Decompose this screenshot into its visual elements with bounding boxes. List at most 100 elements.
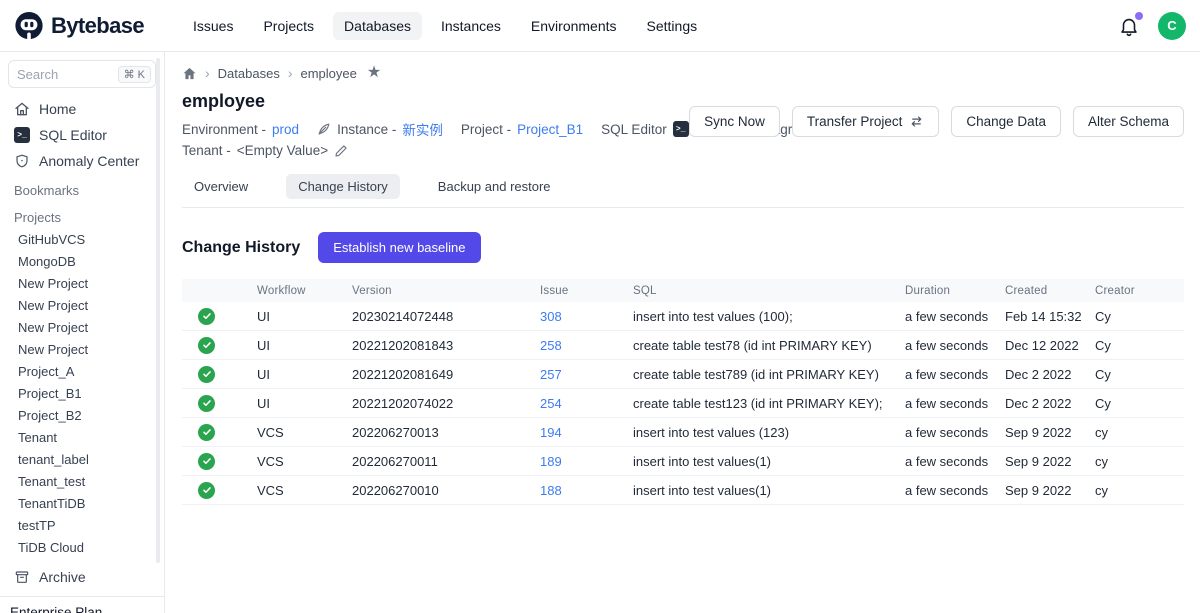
sidebar-item-sql-editor[interactable]: >_ SQL Editor xyxy=(0,122,164,148)
sidebar-item-label: Home xyxy=(39,101,76,117)
sidebar-item-home[interactable]: Home xyxy=(0,96,164,122)
sidebar-project-item[interactable]: Project_B2 xyxy=(0,404,164,426)
status-cell xyxy=(182,424,257,441)
table-row[interactable]: VCS 202206270011 189 insert into test va… xyxy=(182,447,1184,476)
sync-now-button[interactable]: Sync Now xyxy=(689,106,780,137)
sidebar-project-item[interactable]: New Project xyxy=(0,294,164,316)
success-status-icon xyxy=(198,337,215,354)
sidebar-project-item[interactable]: tenant_label xyxy=(0,448,164,470)
environment-link[interactable]: prod xyxy=(272,122,299,137)
creator-cell: Cy xyxy=(1095,309,1184,324)
project-link[interactable]: Project_B1 xyxy=(517,122,583,137)
table-row[interactable]: UI 20221202081649 257 create table test7… xyxy=(182,360,1184,389)
sidebar-section-bookmarks: Bookmarks xyxy=(0,174,164,201)
table-column-header: SQL xyxy=(633,285,905,297)
sidebar-scrollbar[interactable] xyxy=(156,58,160,563)
sql-cell: insert into test values (123) xyxy=(633,425,905,440)
table-header-row: Workflow Version Issue SQL Duration Crea… xyxy=(182,279,1184,302)
status-cell xyxy=(182,482,257,499)
status-cell xyxy=(182,337,257,354)
sidebar-project-item[interactable]: MongoDB xyxy=(0,250,164,272)
sidebar-project-item[interactable]: New Project xyxy=(0,316,164,338)
tab[interactable]: Backup and restore xyxy=(426,174,563,199)
sidebar-project-item[interactable]: GitHubVCS xyxy=(0,228,164,250)
sidebar-item-anomaly-center[interactable]: Anomaly Center xyxy=(0,148,164,174)
sql-cell: create table test78 (id int PRIMARY KEY) xyxy=(633,338,905,353)
bookmark-star-icon[interactable]: ★ xyxy=(367,65,381,81)
plan-label: Enterprise Plan xyxy=(0,597,164,613)
workflow-cell: UI xyxy=(257,396,352,411)
search-shortcut-badge: ⌘ K xyxy=(118,66,151,83)
nav-link[interactable]: Instances xyxy=(430,12,512,40)
transfer-project-button[interactable]: Transfer Project xyxy=(792,106,940,137)
nav-link[interactable]: Settings xyxy=(636,12,709,40)
change-history-table: Workflow Version Issue SQL Duration Crea… xyxy=(182,279,1184,505)
duration-cell: a few seconds xyxy=(905,483,1005,498)
sidebar-project-item[interactable]: testTP xyxy=(0,514,164,536)
sidebar-item-archive[interactable]: Archive xyxy=(0,564,164,590)
sidebar-project-item[interactable]: Tenant_test xyxy=(0,470,164,492)
table-column-header: Version xyxy=(352,285,540,297)
sidebar-project-item[interactable]: TiDB Cloud xyxy=(0,536,164,558)
sidebar-project-item[interactable]: New Project xyxy=(0,272,164,294)
breadcrumb-employee[interactable]: employee xyxy=(301,66,357,81)
sidebar-projects-list: GitHubVCS MongoDB New Project New Projec… xyxy=(0,228,164,558)
user-avatar[interactable]: C xyxy=(1158,12,1186,40)
alter-schema-button[interactable]: Alter Schema xyxy=(1073,106,1184,137)
table-row[interactable]: VCS 202206270013 194 insert into test va… xyxy=(182,418,1184,447)
shield-icon xyxy=(14,153,30,169)
sidebar-item-label: SQL Editor xyxy=(39,127,107,143)
version-cell: 20221202074022 xyxy=(352,396,540,411)
version-cell: 20230214072448 xyxy=(352,309,540,324)
sidebar-project-item[interactable]: Project_B1 xyxy=(0,382,164,404)
bytebase-logo[interactable]: Bytebase xyxy=(14,11,166,41)
success-status-icon xyxy=(198,482,215,499)
search-box[interactable]: ⌘ K xyxy=(8,60,156,88)
table-row[interactable]: VCS 202206270010 188 insert into test va… xyxy=(182,476,1184,505)
issue-link[interactable]: 257 xyxy=(540,367,633,382)
sql-cell: create table test123 (id int PRIMARY KEY… xyxy=(633,396,905,411)
nav-link[interactable]: Issues xyxy=(182,12,244,40)
table-row[interactable]: UI 20221202081843 258 create table test7… xyxy=(182,331,1184,360)
issue-link[interactable]: 258 xyxy=(540,338,633,353)
change-data-button[interactable]: Change Data xyxy=(951,106,1061,137)
breadcrumb-home-icon[interactable] xyxy=(182,66,197,81)
instance-engine-icon xyxy=(317,122,331,136)
table-row[interactable]: UI 20230214072448 308 insert into test v… xyxy=(182,302,1184,331)
sql-editor-shortcut[interactable]: SQL Editor >_ xyxy=(601,121,689,137)
breadcrumb-separator: › xyxy=(205,65,210,81)
edit-pencil-icon[interactable] xyxy=(334,144,348,158)
notification-bell-icon[interactable] xyxy=(1118,15,1140,37)
issue-link[interactable]: 254 xyxy=(540,396,633,411)
instance-link[interactable]: 新实例 xyxy=(402,119,443,139)
sidebar-project-item[interactable]: Project_A xyxy=(0,360,164,382)
tab[interactable]: Change History xyxy=(286,174,400,199)
sidebar-project-item[interactable]: TenantTiDB xyxy=(0,492,164,514)
sidebar-item-label: Archive xyxy=(39,569,86,585)
issue-link[interactable]: 194 xyxy=(540,425,633,440)
establish-baseline-button[interactable]: Establish new baseline xyxy=(318,232,480,263)
table-row[interactable]: UI 20221202074022 254 create table test1… xyxy=(182,389,1184,418)
workflow-cell: VCS xyxy=(257,454,352,469)
nav-link[interactable]: Environments xyxy=(520,12,628,40)
section-title: Change History xyxy=(182,239,300,257)
tab[interactable]: Overview xyxy=(182,174,260,199)
success-status-icon xyxy=(198,308,215,325)
issue-link[interactable]: 189 xyxy=(540,454,633,469)
breadcrumb-databases[interactable]: Databases xyxy=(218,66,280,81)
table-column-header: Created xyxy=(1005,285,1095,297)
sql-cell: insert into test values(1) xyxy=(633,483,905,498)
created-cell: Sep 9 2022 xyxy=(1005,425,1095,440)
sidebar-project-item[interactable]: New Project xyxy=(0,338,164,360)
success-status-icon xyxy=(198,395,215,412)
version-cell: 202206270011 xyxy=(352,454,540,469)
version-cell: 20221202081649 xyxy=(352,367,540,382)
sidebar-project-item[interactable]: Tenant xyxy=(0,426,164,448)
duration-cell: a few seconds xyxy=(905,396,1005,411)
database-tabs: Overview Change History Backup and resto… xyxy=(182,174,1184,199)
search-input[interactable] xyxy=(17,67,103,82)
issue-link[interactable]: 188 xyxy=(540,483,633,498)
nav-link[interactable]: Databases xyxy=(333,12,422,40)
nav-link[interactable]: Projects xyxy=(252,12,325,40)
issue-link[interactable]: 308 xyxy=(540,309,633,324)
